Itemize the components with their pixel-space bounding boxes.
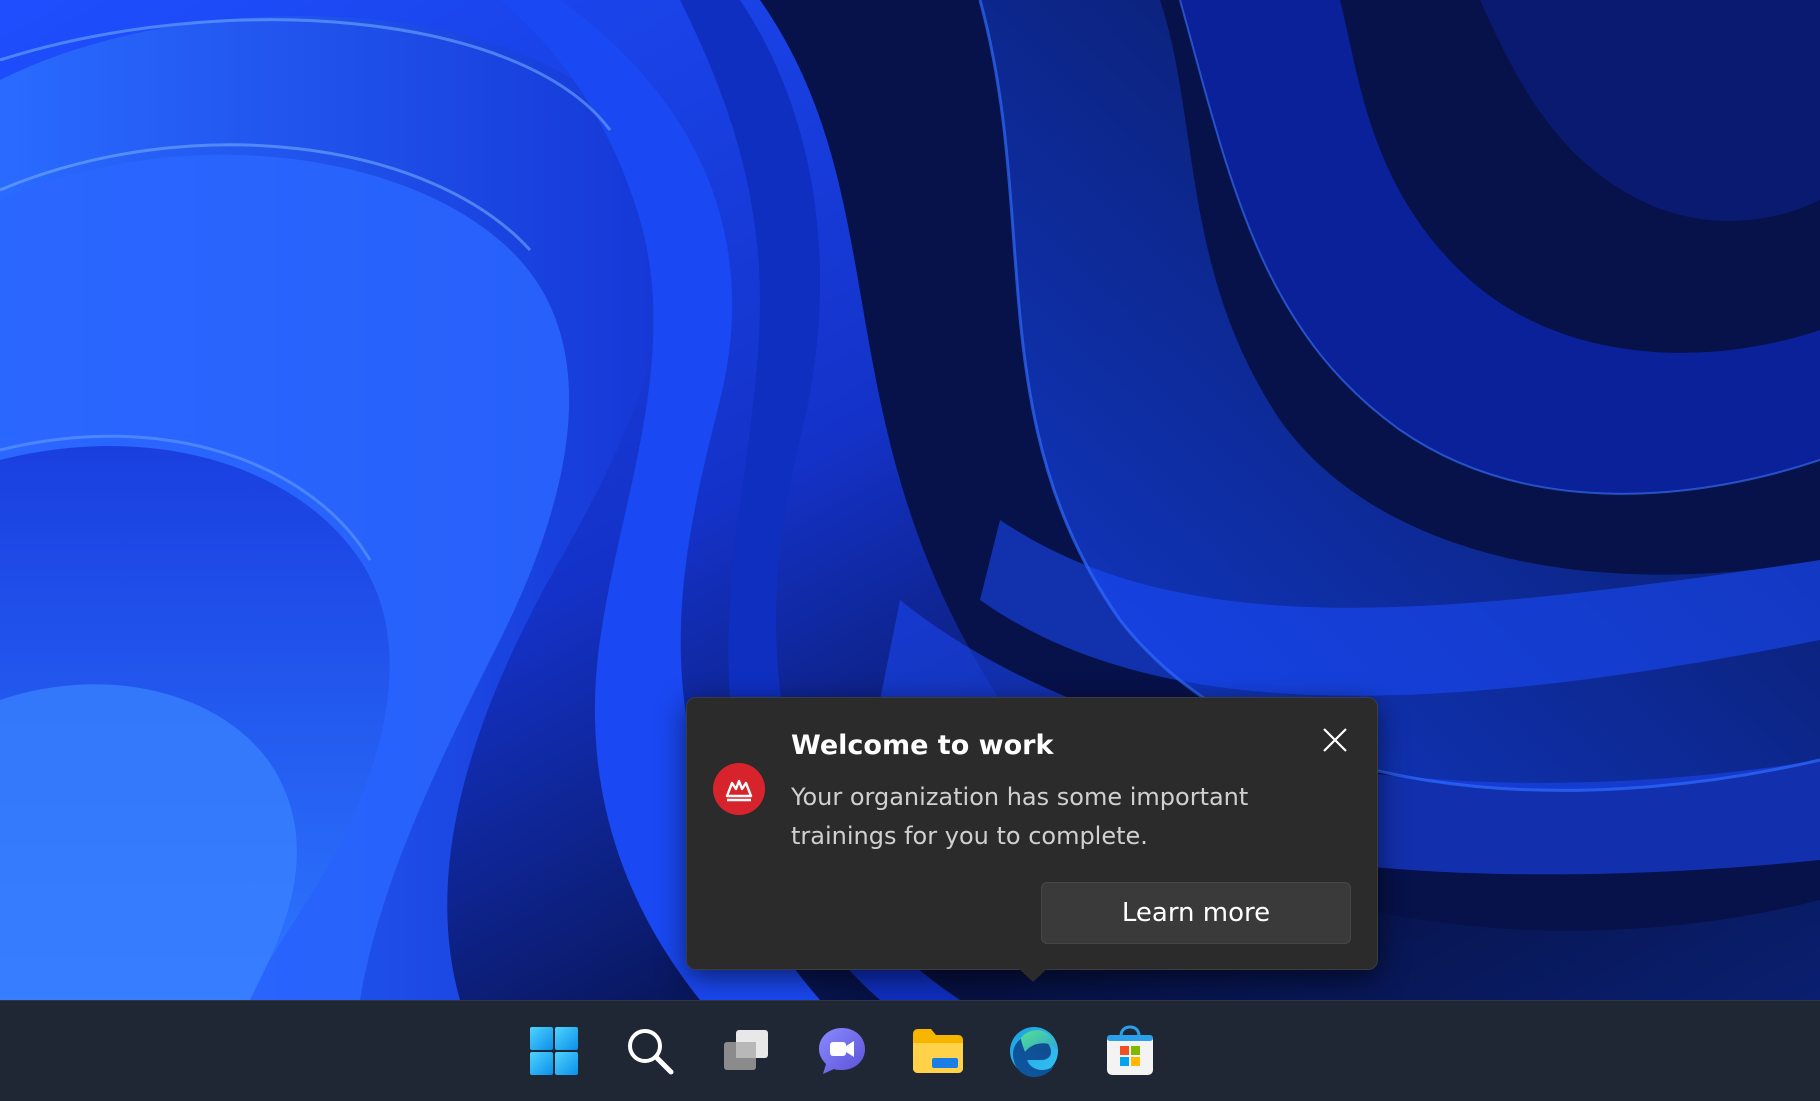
notification-title: Welcome to work — [791, 730, 1054, 761]
close-button[interactable] — [1317, 722, 1353, 758]
desktop: Welcome to work Your organization has so… — [0, 0, 1820, 1000]
folder-icon — [913, 1029, 963, 1073]
taskbar-start-button[interactable] — [524, 1021, 584, 1081]
taskbar-file-explorer-button[interactable] — [908, 1021, 968, 1081]
edge-icon — [1010, 1027, 1058, 1077]
taskbar-store-button[interactable] — [1100, 1021, 1160, 1081]
close-icon — [1323, 728, 1347, 752]
tip-pointer — [1018, 968, 1048, 982]
store-icon — [1107, 1025, 1153, 1075]
learn-more-button[interactable]: Learn more — [1041, 882, 1351, 944]
task-view-icon — [724, 1030, 768, 1070]
taskbar-search-button[interactable] — [620, 1021, 680, 1081]
search-icon — [628, 1029, 674, 1075]
notification-teaching-tip: Welcome to work Your organization has so… — [686, 697, 1378, 970]
chat-icon — [819, 1028, 865, 1074]
taskbar-chat-button[interactable] — [812, 1021, 872, 1081]
taskbar — [0, 1000, 1820, 1101]
notification-message: Your organization has some important tra… — [791, 783, 1249, 850]
taskbar-edge-button[interactable] — [1004, 1021, 1064, 1081]
taskbar-task-view-button[interactable] — [716, 1021, 776, 1081]
organization-training-icon — [713, 763, 765, 815]
windows-start-icon — [530, 1027, 578, 1075]
